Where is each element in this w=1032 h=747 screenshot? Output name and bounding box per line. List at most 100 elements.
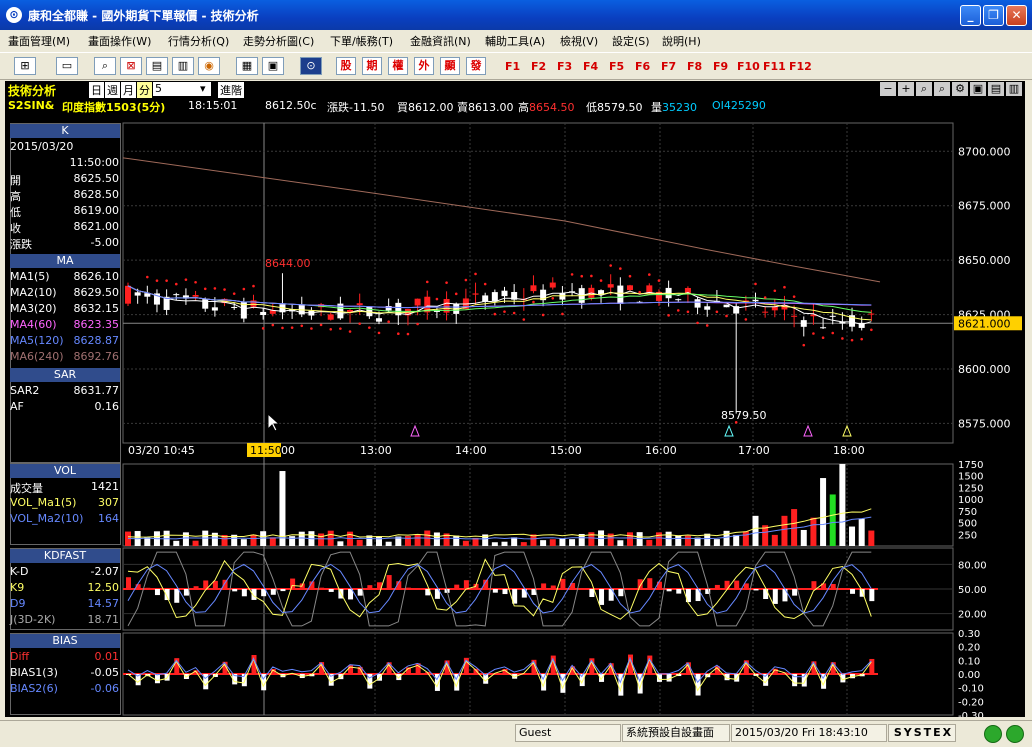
- monitor-icon[interactable]: ▭: [56, 57, 78, 75]
- f11-button[interactable]: F11: [763, 60, 786, 73]
- foreign-button[interactable]: 外: [414, 57, 434, 75]
- sar-dot: [831, 331, 835, 335]
- kd-histogram-bar: [502, 589, 508, 595]
- maximize-button[interactable]: ❐: [983, 5, 1004, 26]
- split-icon[interactable]: ▥: [172, 57, 194, 75]
- sar-dot: [512, 311, 516, 315]
- volume-bar: [684, 535, 691, 546]
- logo-icon[interactable]: ⊙: [300, 57, 322, 75]
- kd-histogram-bar: [628, 588, 633, 590]
- f5-button[interactable]: F5: [609, 60, 624, 73]
- cards-icon[interactable]: ▦: [236, 57, 258, 75]
- bias-tick-label: 0.00: [958, 670, 980, 681]
- kd-histogram-bar: [792, 589, 798, 596]
- ma5-line: [127, 285, 872, 309]
- sar-dot: [850, 338, 854, 342]
- sar-dot: [213, 287, 217, 290]
- volume-bar: [192, 540, 199, 546]
- f6-button[interactable]: F6: [635, 60, 650, 73]
- ma6-line: [122, 157, 881, 283]
- sar-dot: [232, 292, 236, 295]
- f12-button[interactable]: F12: [789, 60, 812, 73]
- price-tick-label: 8575.000: [958, 417, 1011, 430]
- volume-bar: [713, 539, 720, 546]
- f8-button[interactable]: F8: [687, 60, 702, 73]
- f10-button[interactable]: F10: [737, 60, 760, 73]
- sar-dot: [464, 278, 468, 282]
- menu-tools[interactable]: 輔助工具(A): [485, 33, 545, 49]
- f3-button[interactable]: F3: [557, 60, 572, 73]
- candle-body: [704, 306, 711, 310]
- volume-tick-label: 1250: [958, 483, 983, 494]
- f4-button[interactable]: F4: [583, 60, 598, 73]
- status-datetime: 2015/03/20 Fri 18:43:10: [731, 724, 887, 742]
- volume-tick-label: 1750: [958, 460, 983, 471]
- menu-view[interactable]: 檢視(V): [560, 33, 598, 49]
- volume-bar: [269, 537, 276, 546]
- sar-dot: [203, 287, 207, 291]
- f1-button[interactable]: F1: [505, 60, 520, 73]
- issue-button[interactable]: 發: [466, 57, 486, 75]
- menu-order-account[interactable]: 下單/帳務(T): [330, 33, 393, 49]
- candle-body: [771, 306, 778, 311]
- sar-dot: [242, 287, 246, 291]
- layout-icon[interactable]: ⊞: [14, 57, 36, 75]
- menu-help[interactable]: 說明(H): [662, 33, 701, 49]
- brand-label: SYSTEX: [888, 724, 956, 742]
- sar-dot: [705, 324, 709, 327]
- sar-dot: [561, 312, 564, 316]
- sar-dot: [146, 275, 149, 279]
- volume-bar: [723, 530, 730, 546]
- minimize-button[interactable]: _: [960, 5, 981, 26]
- sar-dot: [165, 279, 168, 282]
- menu-quote-analysis[interactable]: 行情分析(Q): [168, 33, 229, 49]
- chart-icon[interactable]: ▣: [262, 57, 284, 75]
- sar-dot: [870, 328, 873, 332]
- candle-body: [549, 282, 556, 288]
- options-button[interactable]: 權: [388, 57, 408, 75]
- menu-screen-operate[interactable]: 畫面操作(W): [88, 33, 151, 49]
- menu-screen-manage[interactable]: 畫面管理(M): [8, 33, 70, 49]
- volume-bar: [462, 540, 469, 546]
- last-price-tag-label: 8621.000: [958, 317, 1011, 330]
- candle-body: [211, 307, 218, 311]
- time-tick-label: 17:00: [738, 444, 770, 457]
- candle-body: [192, 295, 199, 297]
- sar-dot: [686, 310, 690, 314]
- globe-icon[interactable]: ◉: [198, 57, 220, 75]
- candle-body: [868, 313, 875, 315]
- kd-histogram-bar: [666, 589, 672, 592]
- volume-bar: [810, 517, 817, 546]
- window-icon[interactable]: ▤: [146, 57, 168, 75]
- candle-body: [607, 284, 614, 288]
- signal-triangle-icon: [410, 424, 420, 437]
- menu-trend-chart[interactable]: 走勢分析圖(C): [243, 33, 314, 49]
- f2-button[interactable]: F2: [531, 60, 546, 73]
- kd-histogram-bar: [850, 589, 856, 594]
- zoom-icon[interactable]: ⌕: [94, 57, 116, 75]
- volume-bar: [771, 534, 778, 546]
- close-window-icon[interactable]: ⊠: [120, 57, 142, 75]
- stock-button[interactable]: 股: [336, 57, 356, 75]
- volume-bar: [742, 531, 749, 546]
- close-button[interactable]: ✕: [1006, 5, 1027, 26]
- f9-button[interactable]: F9: [713, 60, 728, 73]
- app-logo-icon[interactable]: ⊙: [6, 7, 22, 23]
- volume-bar: [839, 464, 846, 546]
- menu-financial-info[interactable]: 金融資訊(N): [410, 33, 471, 49]
- candlestick-chart[interactable]: 8700.0008675.0008650.0008625.0008600.000…: [5, 81, 1025, 717]
- bias-tick-label: -0.20: [958, 697, 984, 708]
- ma3-line: [127, 285, 872, 313]
- f7-button[interactable]: F7: [661, 60, 676, 73]
- cursor-time-label: 11:50: [250, 444, 282, 457]
- menu-settings[interactable]: 設定(S): [612, 33, 650, 49]
- futures-button[interactable]: 期: [362, 57, 382, 75]
- kd-histogram-bar: [386, 575, 392, 590]
- ma1-line: [127, 285, 872, 326]
- sar-dot: [425, 280, 429, 284]
- volume-bar: [318, 533, 325, 546]
- display-button[interactable]: 顯: [440, 57, 460, 75]
- sar-dot: [445, 281, 448, 284]
- kd-histogram-bar: [145, 587, 151, 590]
- sar-dot: [435, 297, 439, 301]
